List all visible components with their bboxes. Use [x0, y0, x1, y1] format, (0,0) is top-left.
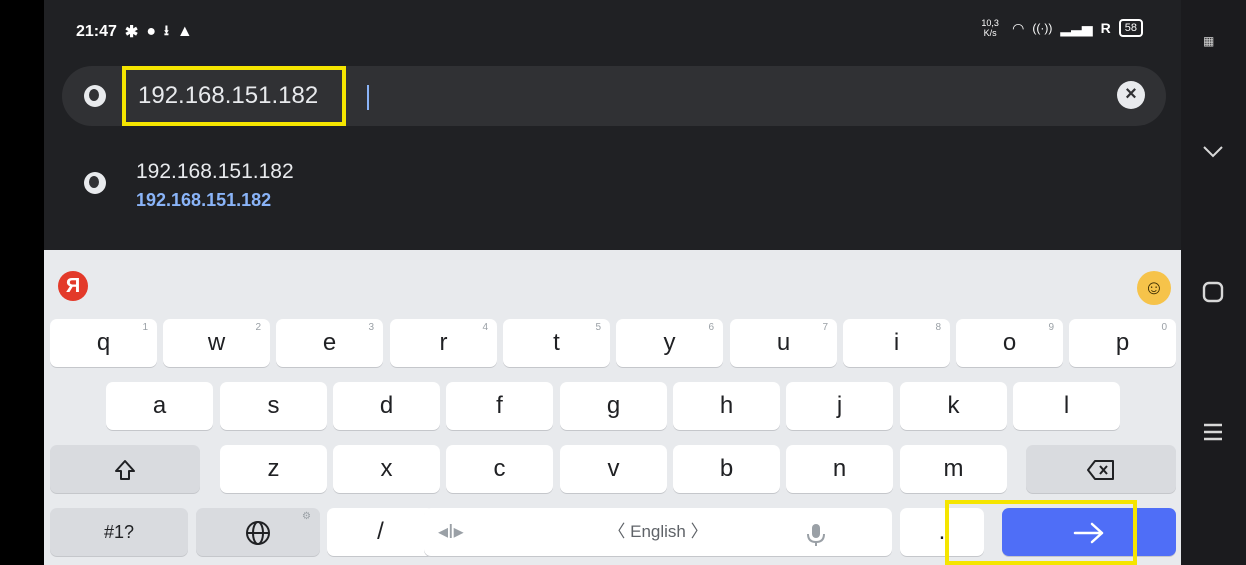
cursor-move-icon: ◂I▸: [438, 521, 464, 543]
symbols-key[interactable]: #1?: [50, 508, 188, 556]
key-a[interactable]: a: [106, 382, 213, 430]
network-speed: 10,3 K/s: [981, 18, 999, 38]
key-j[interactable]: j: [786, 382, 893, 430]
url-input[interactable]: 192.168.151.182: [122, 66, 346, 126]
key-i[interactable]: i8: [843, 319, 950, 367]
key-o[interactable]: o9: [956, 319, 1063, 367]
key-m[interactable]: m: [900, 445, 1007, 493]
clock: 21:47: [76, 23, 117, 40]
settings-hint-icon: ⚙: [302, 511, 311, 522]
globe-icon: [84, 85, 106, 107]
key-g[interactable]: g: [560, 382, 667, 430]
key-f[interactable]: f: [446, 382, 553, 430]
key-c[interactable]: c: [446, 445, 553, 493]
key-w[interactable]: w2: [163, 319, 270, 367]
key-q[interactable]: q1: [50, 319, 157, 367]
text-cursor: [367, 85, 369, 110]
globe-icon: [84, 172, 106, 194]
status-bar: 21:47 ✱ ● ⭳ ▲ 10,3 K/s ◠ ((·)) ▂▃▅ R 58: [44, 0, 1181, 58]
yandex-logo[interactable]: Я: [58, 271, 88, 301]
key-x[interactable]: x: [333, 445, 440, 493]
slash-key[interactable]: /: [327, 508, 434, 556]
record-icon: ●: [146, 23, 156, 40]
suggestion-url: 192.168.151.182: [136, 190, 272, 210]
home-icon[interactable]: [1202, 281, 1224, 303]
globe-icon: [246, 520, 270, 545]
key-r[interactable]: r4: [390, 319, 497, 367]
warning-icon: ▲: [176, 23, 193, 40]
key-y[interactable]: y6: [616, 319, 723, 367]
key-k[interactable]: k: [900, 382, 1007, 430]
key-z[interactable]: z: [220, 445, 327, 493]
hotspot-icon: ((·)): [1032, 21, 1053, 35]
carrier-label: R: [1100, 20, 1111, 36]
key-e[interactable]: e3: [276, 319, 383, 367]
left-bezel: [0, 0, 44, 565]
suggestion-item[interactable]: 192.168.151.182 192.168.151.182: [64, 145, 1154, 225]
download-icon: ⭳: [164, 22, 169, 38]
space-language-label: 〈 English 〉: [608, 522, 708, 541]
clear-icon[interactable]: ×: [1117, 81, 1145, 109]
status-right: 10,3 K/s ◠ ((·)) ▂▃▅ R 58: [976, 18, 1143, 38]
language-key[interactable]: ⚙: [196, 508, 320, 556]
emoji-icon[interactable]: ☺: [1137, 271, 1171, 305]
key-p[interactable]: p0: [1069, 319, 1176, 367]
keyboard-icon[interactable]: ▦: [1203, 34, 1214, 48]
shift-icon: [115, 459, 135, 480]
key-s[interactable]: s: [220, 382, 327, 430]
phone-screen: 21:47 ✱ ● ⭳ ▲ 10,3 K/s ◠ ((·)) ▂▃▅ R 58 …: [44, 0, 1181, 565]
shift-key[interactable]: [50, 445, 200, 493]
signal-icon: ▂▃▅: [1060, 19, 1093, 36]
key-u[interactable]: u7: [730, 319, 837, 367]
wifi-icon: ◠: [1012, 19, 1025, 36]
backspace-key[interactable]: [1026, 445, 1176, 493]
bluetooth-icon: ✱: [124, 24, 139, 41]
suggestion-title: 192.168.151.182: [136, 160, 294, 183]
menu-icon[interactable]: [1202, 423, 1224, 441]
key-n[interactable]: n: [786, 445, 893, 493]
key-b[interactable]: b: [673, 445, 780, 493]
key-v[interactable]: v: [560, 445, 667, 493]
key-d[interactable]: d: [333, 382, 440, 430]
battery-icon: 58: [1118, 19, 1143, 37]
key-t[interactable]: t5: [503, 319, 610, 367]
microphone-icon[interactable]: [805, 523, 827, 547]
key-l[interactable]: l: [1013, 382, 1120, 430]
system-navigation-bar: ▦: [1181, 0, 1246, 565]
backspace-icon: [1087, 459, 1114, 480]
status-left: 21:47 ✱ ● ⭳ ▲: [76, 20, 193, 44]
key-h[interactable]: h: [673, 382, 780, 430]
go-button-highlight: [945, 500, 1137, 565]
chevron-down-icon[interactable]: [1202, 145, 1224, 159]
